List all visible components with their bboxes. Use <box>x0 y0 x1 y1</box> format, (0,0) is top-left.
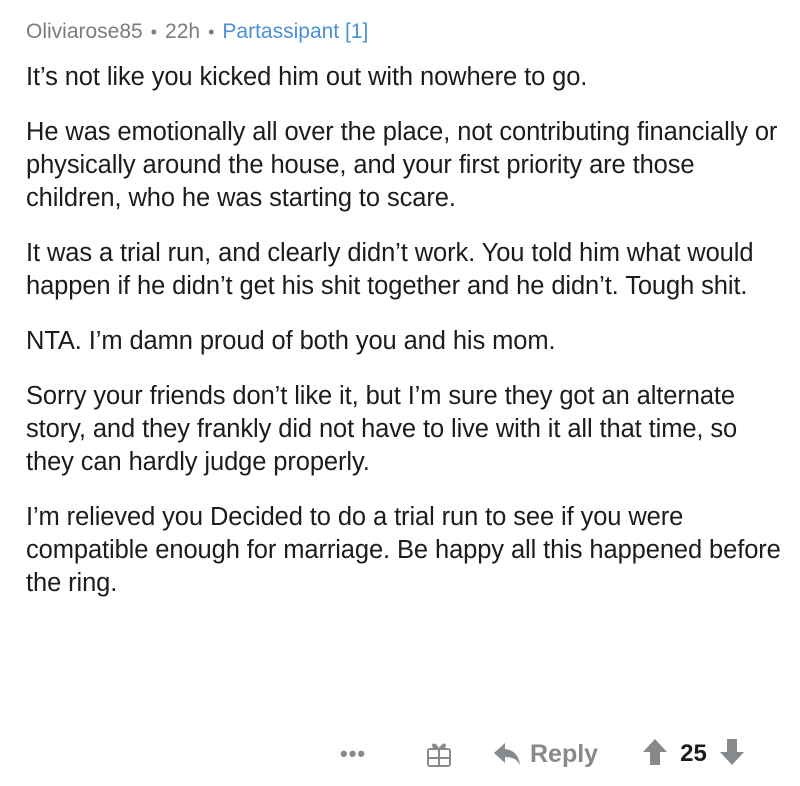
vote-score: 25 <box>680 740 707 767</box>
reply-label: Reply <box>530 739 599 768</box>
comment-age: 22h <box>165 20 201 43</box>
more-options-button[interactable]: ••• <box>340 741 380 767</box>
meta-separator: • <box>150 21 158 42</box>
comment-paragraph: It was a trial run, and clearly didn’t w… <box>26 239 754 300</box>
comment-paragraph: He was emotionally all over the place, n… <box>26 118 778 212</box>
comment-paragraph: It’s not like you kicked him out with no… <box>26 63 588 91</box>
downvote-icon[interactable] <box>719 738 745 771</box>
comment-body: It’s not like you kicked him out with no… <box>26 61 786 600</box>
comment: Oliviarose85 • 22h • Partassipant [1] It… <box>26 0 786 622</box>
upvote-icon[interactable] <box>642 738 668 771</box>
comment-paragraph: I’m relieved you Decided to do a trial r… <box>26 503 781 597</box>
comment-meta: Oliviarose85 • 22h • Partassipant [1] <box>26 17 786 47</box>
user-flair: Partassipant [1] <box>222 20 369 43</box>
gift-icon[interactable] <box>424 739 454 769</box>
comment-paragraph: NTA. I’m damn proud of both you and his … <box>26 327 556 355</box>
meta-separator: • <box>208 21 215 42</box>
reply-arrow-icon <box>494 743 520 765</box>
username[interactable]: Oliviarose85 <box>26 20 143 44</box>
comment-actions: ••• Reply 25 <box>330 732 790 776</box>
comment-paragraph: Sorry your friends don’t like it, but I’… <box>26 382 738 476</box>
reply-button[interactable]: Reply <box>492 740 598 769</box>
